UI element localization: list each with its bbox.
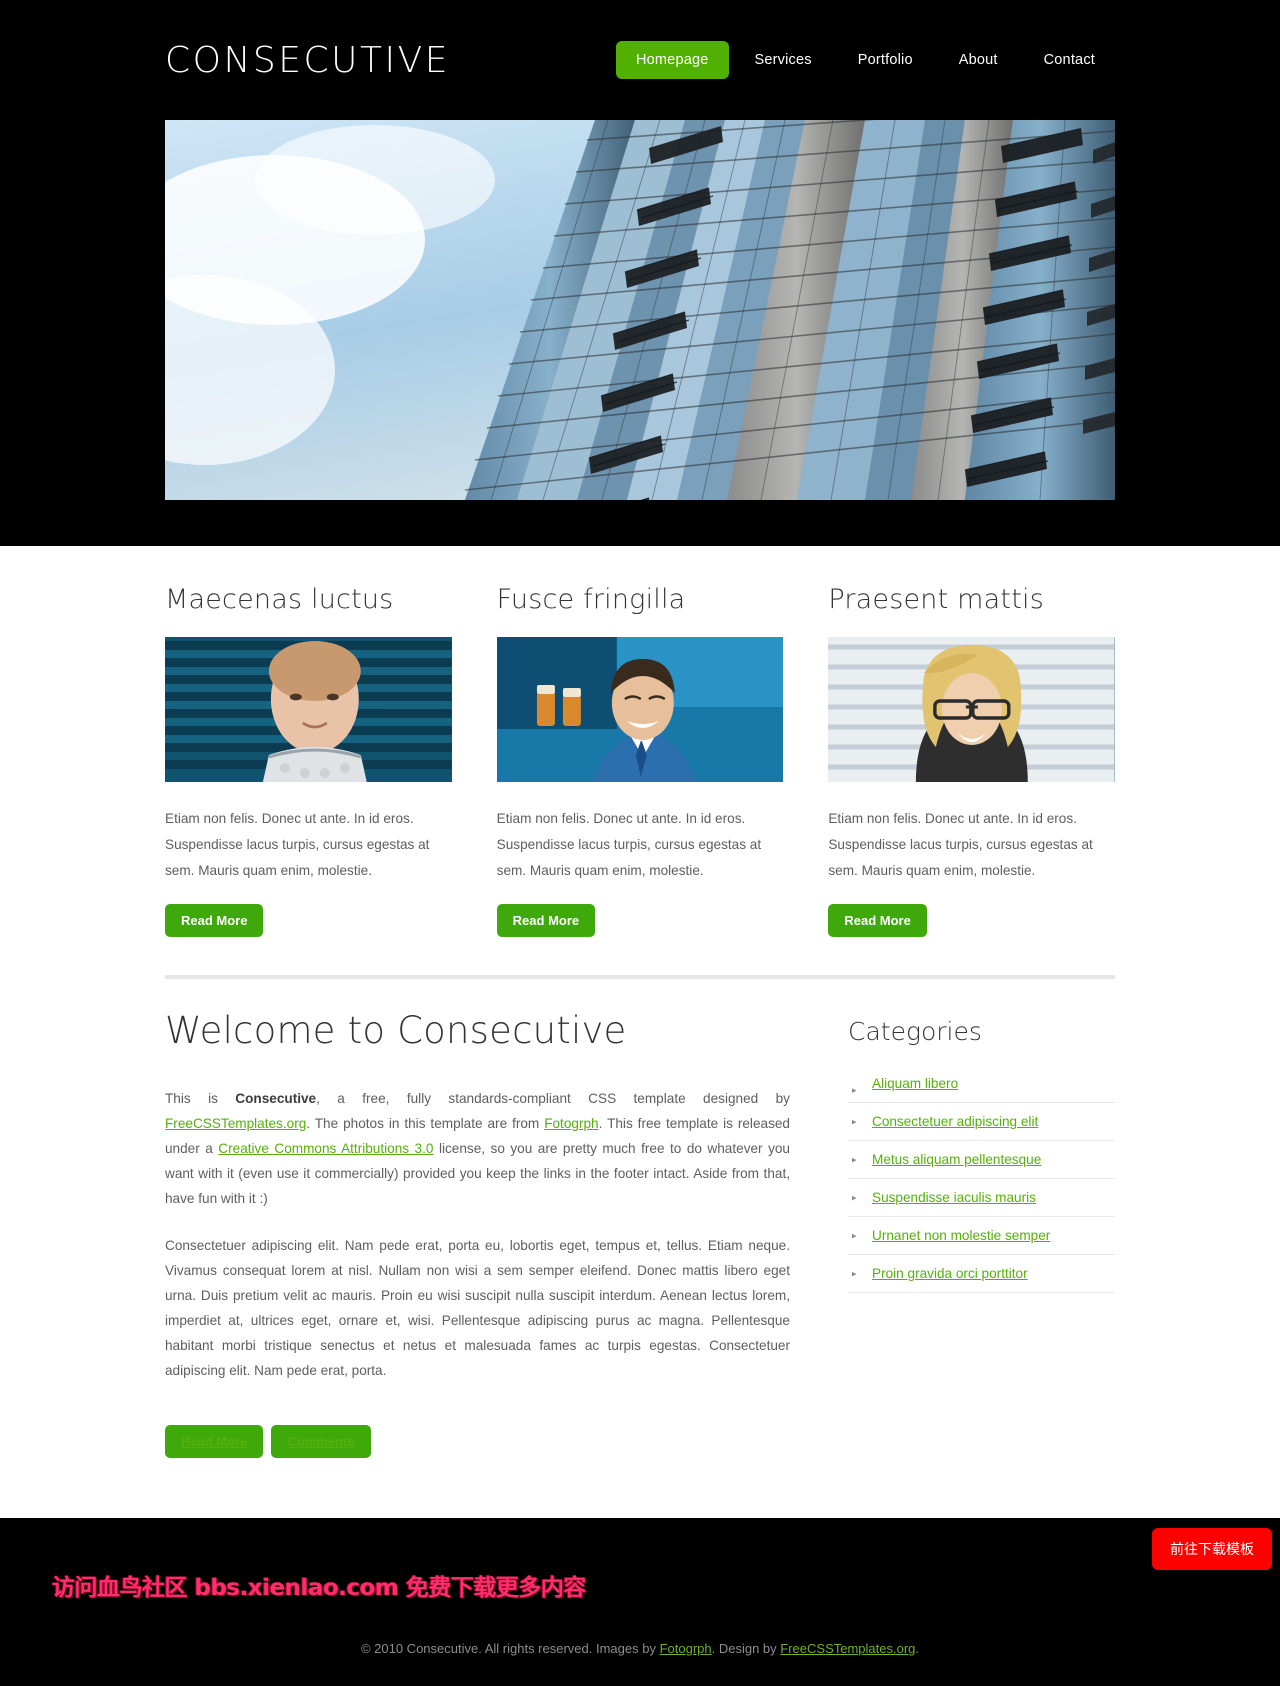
fotogrph-link[interactable]: Fotogrph <box>544 1116 598 1131</box>
category-item-2: ▸ Consectetuer adipiscing elit <box>848 1103 1115 1141</box>
category-link-4[interactable]: Suspendisse iaculis mauris <box>872 1190 1036 1205</box>
nav-item-homepage[interactable]: Homepage <box>615 41 729 79</box>
arrow-right-icon: ▸ <box>852 1230 857 1240</box>
promo-box-1: Maecenas luctus Etiam non felis. Donec u… <box>165 584 452 937</box>
promo-box-3-title: Praesent mattis <box>828 584 1044 615</box>
category-link-3[interactable]: Metus aliquam pellentesque <box>872 1152 1041 1167</box>
hero-section <box>0 120 1280 546</box>
welcome-text-2: , a free, fully standards-compliant CSS … <box>316 1091 790 1106</box>
category-link-1[interactable]: Aliquam libero <box>872 1076 958 1091</box>
arrow-right-icon: ▸ <box>852 1154 857 1164</box>
download-template-button[interactable]: 前往下载模板 <box>1152 1528 1272 1570</box>
footer-text-2: . Design by <box>711 1641 781 1656</box>
welcome-article: Welcome to Consecutive This is Consecuti… <box>165 1009 790 1458</box>
creative-commons-link[interactable]: Creative Commons Attributions 3.0 <box>218 1141 433 1156</box>
promo-box-2-image <box>496 637 784 782</box>
footer-text-1: © 2010 Consecutive. All rights reserved.… <box>360 1641 660 1656</box>
watermark-text: 访问血鸟社区 bbs.xienlao.com 免费下载更多内容 <box>52 1575 586 1601</box>
lower-section: Welcome to Consecutive This is Consecuti… <box>165 979 1115 1518</box>
welcome-paragraph-1: This is Consecutive, a free, fully stand… <box>165 1086 790 1211</box>
promo-box-1-read-more-button[interactable]: Read More <box>165 904 264 937</box>
article-read-more-button[interactable]: Read More <box>165 1425 264 1458</box>
promo-boxes: Maecenas luctus Etiam non felis. Donec u… <box>165 546 1116 937</box>
promo-box-2-title: Fusce fringilla <box>496 584 686 615</box>
category-item-3: ▸ Metus aliquam pellentesque <box>848 1141 1115 1179</box>
sidebar: Categories ▸ Aliquam libero ▸ Consectetu… <box>848 1009 1115 1458</box>
welcome-text-1: This is <box>165 1091 236 1106</box>
nav-item-contact[interactable]: Contact <box>1024 41 1115 79</box>
main-content: Maecenas luctus Etiam non felis. Donec u… <box>165 546 1116 1518</box>
arrow-right-icon: ▸ <box>852 1116 857 1126</box>
categories-list: ▸ Aliquam libero ▸ Consectetuer adipisci… <box>848 1072 1115 1293</box>
site-footer: 前往下载模板 访问血鸟社区 bbs.xienlao.com 免费下载更多内容 ©… <box>0 1518 1280 1686</box>
promo-box-2: Fusce fringilla Etiam non felis. Donec u… <box>496 584 784 937</box>
article-button-row: Read More Comments <box>165 1405 790 1458</box>
promo-box-3: Praesent mattis Etiam non felis. Donec u… <box>828 584 1116 937</box>
category-item-5: ▸ Urnanet non molestie semper <box>848 1217 1115 1255</box>
welcome-text-3: . The photos in this template are from <box>306 1116 545 1131</box>
footer-freecsstemplates-link[interactable]: FreeCSSTemplates.org <box>780 1641 915 1656</box>
hero-image <box>165 120 1115 500</box>
site-header: CONSECUTIVE Homepage Services Portfolio … <box>0 0 1280 120</box>
sidebar-title: Categories <box>848 1017 982 1046</box>
nav-item-services[interactable]: Services <box>735 41 832 79</box>
promo-box-3-image <box>828 637 1116 782</box>
freecsstemplates-link[interactable]: FreeCSSTemplates.org <box>165 1116 306 1131</box>
welcome-brand-name: Consecutive <box>235 1091 317 1106</box>
category-item-6: ▸ Proin gravida orci porttitor <box>848 1255 1115 1293</box>
category-link-2[interactable]: Consectetuer adipiscing elit <box>872 1114 1038 1129</box>
nav-item-about[interactable]: About <box>939 41 1018 79</box>
footer-text-3: . <box>915 1641 920 1656</box>
category-link-6[interactable]: Proin gravida orci porttitor <box>872 1266 1028 1281</box>
arrow-right-icon: ▸ <box>852 1268 857 1278</box>
arrow-right-icon: ▸ <box>852 1085 857 1095</box>
main-navigation: Homepage Services Portfolio About Contac… <box>615 41 1115 79</box>
category-item-1: ▸ Aliquam libero <box>848 1072 1115 1103</box>
promo-box-2-text: Etiam non felis. Donec ut ante. In id er… <box>496 811 762 878</box>
article-comments-button[interactable]: Comments <box>271 1425 371 1458</box>
welcome-paragraph-2: Consectetuer adipiscing elit. Nam pede e… <box>165 1238 790 1378</box>
arrow-right-icon: ▸ <box>852 1192 857 1202</box>
footer-fotogrph-link[interactable]: Fotogrph <box>660 1641 712 1656</box>
promo-box-1-text: Etiam non felis. Donec ut ante. In id er… <box>165 811 430 878</box>
nav-item-portfolio[interactable]: Portfolio <box>838 41 933 79</box>
page-title: Welcome to Consecutive <box>165 1009 627 1052</box>
promo-box-2-read-more-button[interactable]: Read More <box>496 904 596 937</box>
promo-box-1-image <box>165 637 452 782</box>
footer-copyright: © 2010 Consecutive. All rights reserved.… <box>165 1638 1115 1660</box>
promo-box-3-text: Etiam non felis. Donec ut ante. In id er… <box>828 811 1093 878</box>
promo-box-1-title: Maecenas luctus <box>165 584 394 615</box>
category-link-5[interactable]: Urnanet non molestie semper <box>872 1228 1050 1243</box>
category-item-4: ▸ Suspendisse iaculis mauris <box>848 1179 1115 1217</box>
promo-box-3-read-more-button[interactable]: Read More <box>828 904 927 937</box>
site-logo[interactable]: CONSECUTIVE <box>165 40 450 81</box>
